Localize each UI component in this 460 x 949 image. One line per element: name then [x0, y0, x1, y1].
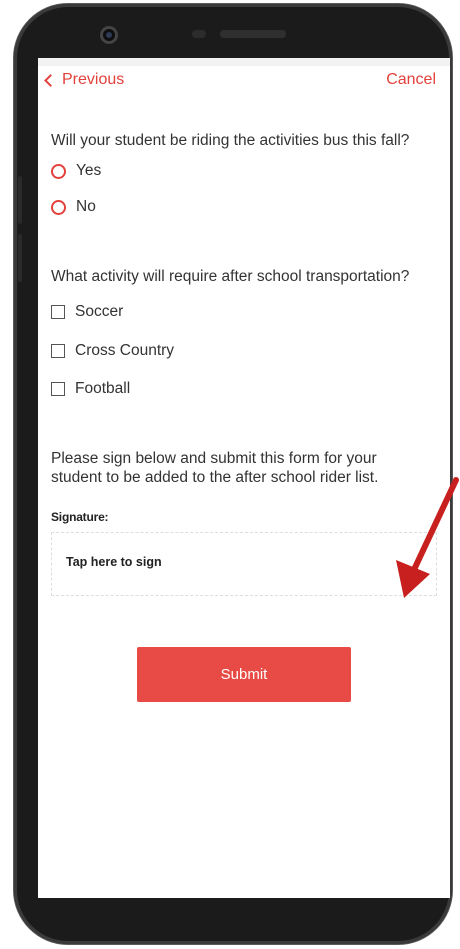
checkbox-option-soccer[interactable]: Soccer — [51, 303, 123, 321]
checkbox-label: Soccer — [75, 303, 124, 320]
radio-option-yes[interactable]: Yes — [51, 162, 101, 180]
question-activity: What activity will require after school … — [51, 268, 410, 285]
question-bus: Will your student be riding the activiti… — [51, 132, 410, 149]
previous-label: Previous — [62, 71, 125, 88]
front-camera-icon — [100, 26, 118, 44]
signature-field[interactable]: Tap here to sign — [51, 532, 437, 596]
radio-button-icon — [51, 199, 66, 215]
status-bar — [38, 58, 450, 66]
checkbox-icon — [51, 305, 65, 319]
phone-top-bezel — [14, 4, 452, 60]
volume-button — [18, 176, 22, 224]
chevron-left-icon — [44, 73, 57, 87]
checkbox-icon — [51, 344, 65, 358]
checkbox-option-football[interactable]: Football — [51, 380, 130, 398]
cancel-button[interactable]: Cancel — [386, 71, 436, 89]
checkbox-label: Cross Country — [75, 342, 175, 359]
checkbox-label: Football — [75, 380, 131, 397]
instructions-line-1: Please sign below and submit this form f… — [51, 450, 377, 467]
radio-button-icon — [51, 163, 66, 179]
submit-button[interactable]: Submit — [137, 647, 351, 702]
proximity-sensor — [192, 30, 206, 38]
earpiece-speaker — [220, 30, 286, 38]
previous-button[interactable]: Previous — [42, 71, 124, 89]
checkbox-option-cross-country[interactable]: Cross Country — [51, 342, 174, 360]
nav-bar: Previous Cancel — [38, 70, 450, 100]
instructions-line-2: student to be added to the after school … — [51, 469, 379, 486]
radio-label: Yes — [76, 162, 102, 179]
radio-option-no[interactable]: No — [51, 198, 96, 216]
signature-label: Signature: — [51, 510, 109, 524]
volume-button-lower — [18, 234, 22, 282]
annotation-arrow-icon — [396, 477, 459, 598]
radio-label: No — [76, 198, 96, 215]
checkbox-icon — [51, 382, 65, 396]
signature-placeholder: Tap here to sign — [66, 555, 162, 569]
app-screen: Previous Cancel Will your student be rid… — [38, 58, 450, 898]
